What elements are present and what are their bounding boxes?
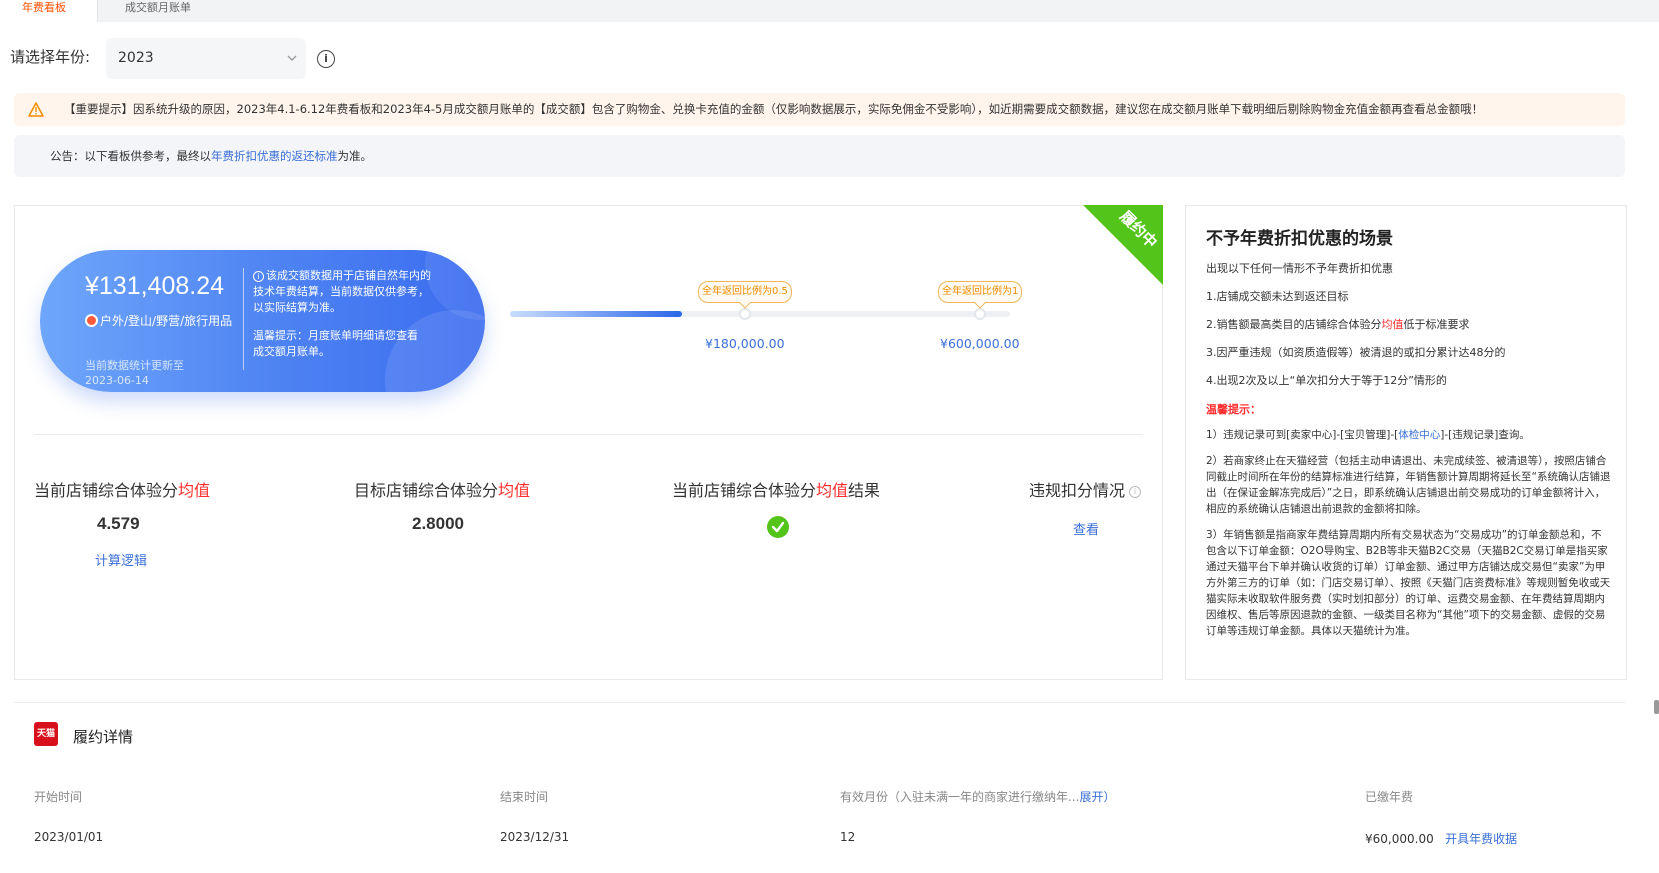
year-select[interactable]: 2023 — [106, 38, 306, 79]
valid-months-label: 有效月份（入驻未满一年的商家进行缴纳年...展开） — [840, 790, 1116, 804]
milestone-value: ¥180,000.00 — [705, 336, 785, 351]
rule-item: 1.店铺成交额未达到返还目标 — [1206, 290, 1349, 303]
section-title: 履约详情 — [73, 728, 134, 746]
announcement-suffix: 为准。 — [337, 149, 373, 163]
info-icon[interactable]: i — [1129, 486, 1142, 498]
category-icon — [85, 314, 98, 327]
view-violation-link[interactable]: 查看 — [1073, 519, 1099, 538]
rule-item: 3.因严重违规（如资质造假等）被清退的或扣分累计达48分的 — [1206, 346, 1506, 359]
end-time-label: 结束时间 — [500, 790, 549, 804]
sales-amount: ¥131,408.24 — [85, 272, 225, 300]
current-score-title: 当前店铺综合体验分均值 — [34, 481, 211, 500]
monthly-bill-tip: 温馨提示：月度账单明细请您查看成交额月账单。 — [253, 329, 418, 358]
target-score-value: 2.8000 — [412, 514, 464, 533]
rules-intro: 出现以下任何一情形不予年费折扣优惠 — [1206, 262, 1393, 275]
announcement-prefix: 公告：以下看板供参考，最终以 — [50, 149, 211, 163]
check-circle-icon — [767, 516, 789, 538]
panel-title: 不予年费折扣优惠的场景 — [1206, 229, 1393, 249]
sales-data-note: i 该成交额数据用于店铺自然年内的技术年费结算，当前数据仅供参考，以实际结算为准。 — [253, 269, 431, 314]
milestone-dot — [739, 308, 751, 320]
progress-fill — [510, 311, 682, 317]
milestone-dot — [974, 308, 986, 320]
tip-item: 1）违规记录可到[卖家中心]-[宝贝管理]-[体检中心]-[违规记录]查询。 — [1206, 429, 1530, 441]
start-time-value: 2023/01/01 — [34, 830, 104, 844]
score-result-title: 当前店铺综合体验分均值结果 — [672, 481, 881, 500]
milestone-tag: 全年返回比例为0.5 — [698, 281, 792, 303]
info-icon[interactable]: i — [317, 50, 335, 68]
warning-banner: 【重要提示】因系统升级的原因，2023年4.1-6.12年费看板和2023年4-… — [14, 93, 1625, 126]
warning-icon — [28, 102, 44, 117]
chevron-down-icon — [287, 55, 297, 61]
tmall-logo: 天猫 — [34, 722, 58, 746]
announcement-banner: 公告：以下看板供参考，最终以年费折扣优惠的返还标准为准。 — [14, 135, 1625, 177]
calculation-logic-link[interactable]: 计算逻辑 — [95, 550, 147, 569]
year-select-value: 2023 — [118, 50, 154, 66]
current-score-value: 4.579 — [97, 514, 140, 533]
valid-months-value: 12 — [840, 830, 856, 844]
no-discount-rules-panel: 不予年费折扣优惠的场景 出现以下任何一情形不予年费折扣优惠 1.店铺成交额未达到… — [1185, 205, 1627, 680]
tip-item: 3）年销售额是指商家年费结算周期内所有交易状态为“交易成功”的订单金额总和，不包… — [1206, 529, 1611, 637]
paid-fee-value: ¥60,000.00 开具年费收据 — [1365, 832, 1518, 846]
milestone-value: ¥600,000.00 — [940, 336, 1020, 351]
sales-summary-card: ¥131,408.24 户外/登山/野营/旅行用品 当前数据统计更新至2023-… — [40, 250, 485, 392]
divider — [14, 702, 1625, 703]
health-center-link[interactable]: 体检中心 — [1398, 429, 1440, 441]
tip-item: 2）若商家终止在天猫经营（包括主动申请退出、未完成续签、被清退等），按照店铺合同… — [1206, 455, 1611, 515]
warning-text: 【重要提示】因系统升级的原因，2023年4.1-6.12年费看板和2023年4-… — [64, 102, 1484, 116]
target-score-title: 目标店铺综合体验分均值 — [354, 481, 531, 500]
tip-heading: 温馨提示： — [1206, 403, 1261, 416]
scrollbar[interactable] — [1654, 700, 1659, 714]
year-select-label: 请选择年份: — [10, 48, 91, 66]
milestone-tag: 全年返回比例为1 — [938, 281, 1023, 303]
divider — [34, 434, 1143, 435]
end-time-value: 2023/12/31 — [500, 830, 570, 844]
rule-item: 2.销售额最高类目的店铺综合体验分均值低于标准要求 — [1206, 318, 1470, 331]
info-icon: i — [253, 271, 264, 282]
rebate-standard-link[interactable]: 年费折扣优惠的返还标准 — [211, 149, 338, 163]
start-time-label: 开始时间 — [34, 790, 83, 804]
tab-annual-fee-board[interactable]: 年费看板 — [0, 0, 98, 22]
violation-title: 违规扣分情况 i — [1029, 477, 1142, 501]
expand-link[interactable]: 展开） — [1079, 790, 1115, 804]
category-label: 户外/登山/野营/旅行用品 — [85, 312, 235, 330]
paid-fee-label: 已缴年费 — [1365, 790, 1414, 804]
issue-receipt-link[interactable]: 开具年费收据 — [1445, 832, 1517, 846]
rule-item: 4.出现2次及以上“单次扣分大于等于12分”情形的 — [1206, 374, 1447, 387]
tab-bar: 年费看板 成交额月账单 — [0, 0, 1659, 22]
status-ribbon: 履约中 — [1083, 205, 1163, 285]
update-time: 当前数据统计更新至2023-06-14 — [85, 359, 184, 387]
tab-monthly-bill[interactable]: 成交额月账单 — [125, 0, 191, 22]
